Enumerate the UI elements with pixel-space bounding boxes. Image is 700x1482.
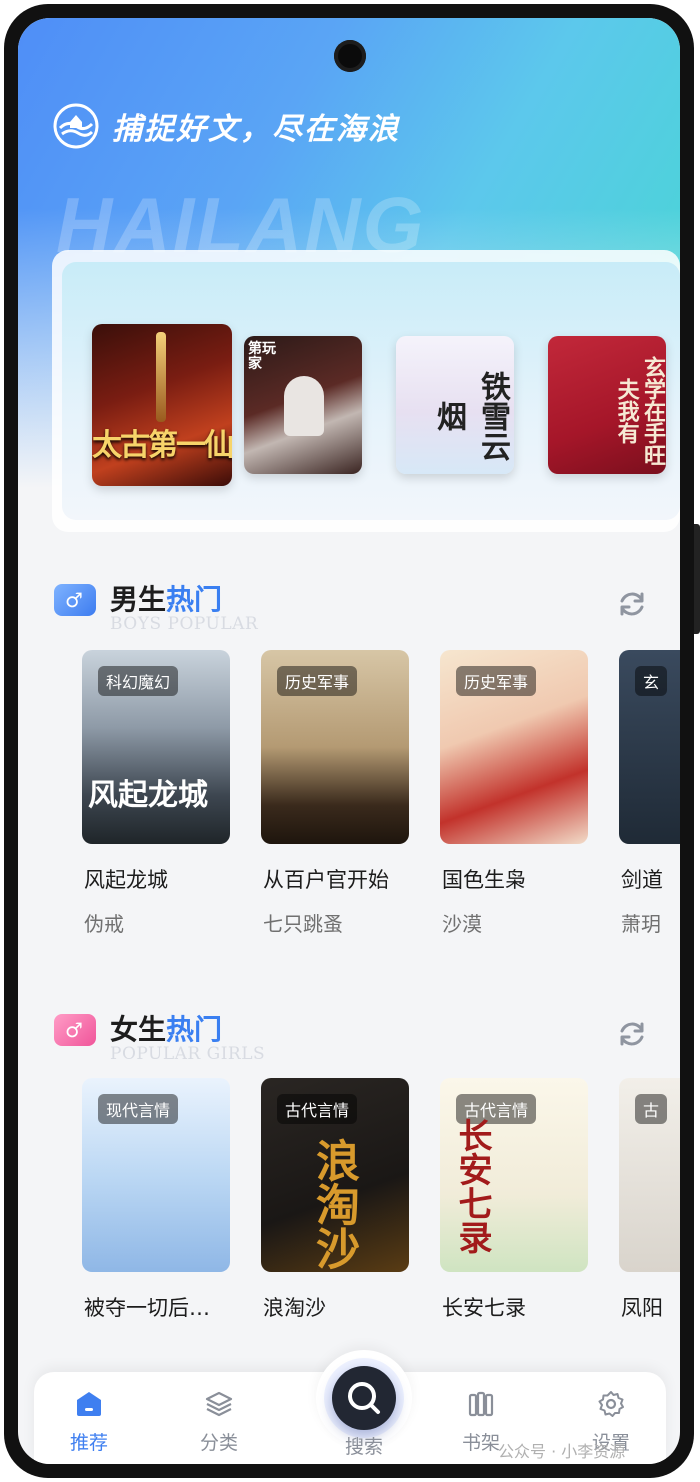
book-card[interactable]: 古 凤阳 [619, 1078, 680, 1320]
banner-book-title: 玄学在手旺夫我有 [613, 356, 666, 466]
tab-label: 搜索 [344, 1436, 383, 1458]
section-subtitle: POPULAR GIRLS [110, 1044, 266, 1064]
book-card[interactable]: 古代言情 浪淘沙 浪淘沙 [261, 1078, 409, 1320]
book-title: 国色生枭 [442, 868, 526, 892]
book-cover: 古 [619, 1078, 680, 1272]
hailang-logo-icon [53, 103, 99, 149]
front-camera [334, 40, 366, 72]
book-card[interactable]: 历史军事 从百户官开始 七只跳蚤 [261, 650, 409, 936]
home-icon [77, 1392, 101, 1416]
genre-tag: 历史军事 [277, 666, 358, 696]
sword-illustration [156, 332, 166, 422]
book-cover: 古代言情 浪淘沙 [261, 1078, 409, 1272]
wechat-watermark: 公众号 · 小李资源 [498, 1442, 626, 1461]
tab-search[interactable] [324, 1358, 404, 1438]
book-cover: 历史军事 [261, 650, 409, 844]
banner-book-title: 铁雪云烟 [431, 371, 510, 461]
app-slogan: 捕捉好文，尽在海浪 [112, 112, 400, 147]
banner-book-cover[interactable]: 玄学在手旺夫我有 [548, 336, 666, 474]
banner-book-cover[interactable]: 太古第一仙 [92, 324, 232, 486]
tab-label: 推荐 [69, 1432, 108, 1454]
cover-title: 长安七录 [452, 1118, 492, 1254]
genre-tag: 历史军事 [456, 666, 537, 696]
genre-tag: 科幻魔幻 [98, 666, 179, 696]
book-author: 七只跳蚤 [263, 912, 343, 936]
book-author: 伪戒 [84, 912, 124, 936]
book-card[interactable]: 玄 剑道 萧玥 [619, 650, 680, 936]
book-cover: 古代言情 长安七录 [440, 1078, 588, 1272]
bookshelf-icon [468, 1391, 494, 1417]
male-symbol-icon: ♂ [54, 584, 96, 616]
gear-icon [598, 1391, 624, 1417]
phone-frame: 捕捉好文，尽在海浪 HAILANG 太古第一仙 第玩家 铁雪云烟 玄学在手旺夫我… [4, 4, 700, 1478]
banner-book-cover[interactable]: 第玩家 [244, 336, 362, 474]
book-author: 萧玥 [621, 912, 661, 936]
book-title: 凤阳 [621, 1296, 663, 1320]
banner-background: 太古第一仙 第玩家 铁雪云烟 玄学在手旺夫我有 [62, 262, 680, 520]
book-card[interactable]: 历史军事 国色生枭 沙漠 [440, 650, 588, 936]
book-cover: 科幻魔幻 风起龙城 [82, 650, 230, 844]
genre-tag: 玄 [635, 666, 668, 696]
cover-title: 浪淘沙 [308, 1138, 359, 1270]
book-author: 沙漠 [442, 912, 482, 936]
tab-category[interactable]: 分类 [174, 1372, 264, 1464]
girls-popular-header: ♂ 女生热门 POPULAR GIRLS [18, 1006, 680, 1066]
book-cover: 历史军事 [440, 650, 588, 844]
search-fab-button[interactable] [332, 1366, 396, 1430]
book-title: 浪淘沙 [263, 1296, 326, 1320]
book-title: 剑道 [621, 868, 663, 892]
refresh-icon[interactable] [616, 1018, 648, 1050]
banner-book-title: 太古第一仙 [92, 428, 232, 463]
female-section-icon: ♂ [54, 1014, 96, 1046]
section-subtitle: BOYS POPULAR [110, 614, 259, 634]
section-title: 男生热门 [110, 583, 223, 616]
boys-book-row: 科幻魔幻 风起龙城 风起龙城 伪戒 历史军事 从百户官开始 七只跳蚤 历史军事 … [18, 650, 680, 950]
tab-label: 分类 [199, 1432, 238, 1454]
girls-book-row: 现代言情 被夺一切后… 古代言情 浪淘沙 浪淘沙 古代言情 长安七录 长安七录 [18, 1078, 680, 1378]
book-card[interactable]: 科幻魔幻 风起龙城 风起龙城 伪戒 [82, 650, 230, 936]
featured-banner[interactable]: 太古第一仙 第玩家 铁雪云烟 玄学在手旺夫我有 [52, 250, 680, 532]
character-illustration [284, 376, 324, 436]
book-title: 从百户官开始 [263, 868, 389, 892]
search-icon [348, 1382, 380, 1414]
banner-book-cover[interactable]: 铁雪云烟 [396, 336, 514, 474]
layers-icon [205, 1391, 233, 1417]
genre-tag: 古代言情 [277, 1094, 358, 1124]
section-title: 女生热门 [110, 1013, 223, 1046]
genre-tag: 现代言情 [98, 1094, 179, 1124]
book-cover: 现代言情 [82, 1078, 230, 1272]
book-title: 被夺一切后… [84, 1296, 210, 1320]
book-card[interactable]: 古代言情 长安七录 长安七录 [440, 1078, 588, 1320]
book-title: 长安七录 [442, 1296, 526, 1320]
volume-button [694, 524, 700, 634]
cover-title: 风起龙城 [88, 778, 208, 813]
boys-popular-header: ♂ 男生热门 BOYS POPULAR [18, 576, 680, 636]
app-screen: 捕捉好文，尽在海浪 HAILANG 太古第一仙 第玩家 铁雪云烟 玄学在手旺夫我… [18, 18, 680, 1464]
book-card[interactable]: 现代言情 被夺一切后… [82, 1078, 230, 1320]
book-cover: 玄 [619, 650, 680, 844]
banner-book-title: 第玩家 [248, 341, 276, 373]
genre-tag: 古 [635, 1094, 668, 1124]
refresh-icon[interactable] [616, 588, 648, 620]
book-title: 风起龙城 [84, 868, 168, 892]
tab-recommend[interactable]: 推荐 [44, 1372, 134, 1464]
